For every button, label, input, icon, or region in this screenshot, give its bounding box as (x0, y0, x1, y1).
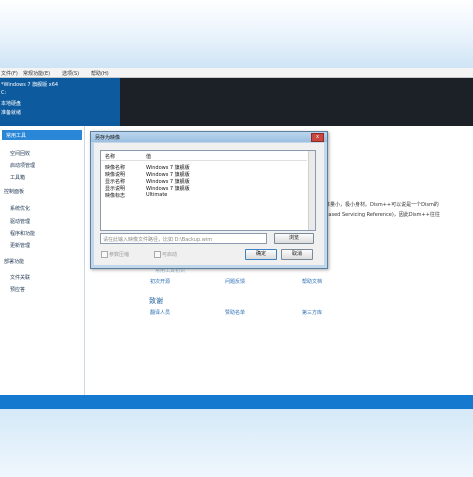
sidebar-item-driver-manager[interactable]: 驱动管理 (10, 218, 30, 225)
row-name[interactable]: 映像标志 (105, 192, 125, 199)
list-scrollbar[interactable] (308, 151, 315, 230)
sidebar-header-control-panel: 控制面板 (4, 189, 25, 195)
session-disk: 本地硬盘 (1, 101, 22, 107)
path-placeholder: 请在此输入映像文件路径，比如 D:\Backup.wim (103, 237, 213, 243)
sidebar: 常用工具 空间回收 启动项管理 工具箱 控制面板 系统优化 驱动管理 程序和功能… (0, 126, 85, 395)
sidebar-item-toolbox[interactable]: 工具箱 (10, 174, 25, 181)
header-dark-area (120, 78, 473, 126)
list-header-divider (101, 160, 307, 161)
intro-text-line-2: Based Servicing Reference)，因此Dism++往往 (325, 212, 440, 218)
row-name[interactable]: 显示说明 (105, 185, 125, 192)
link-open-source[interactable]: 初次开源 (150, 278, 170, 285)
cancel-button[interactable]: 取消 (281, 249, 313, 260)
sidebar-item-update-manager[interactable]: 更新管理 (10, 242, 30, 249)
close-icon[interactable]: x (311, 133, 324, 142)
row-value[interactable]: Windows 7 旗舰版 (146, 164, 190, 171)
menu-bar: 文件(F) 常规功能(E) 选项(S) 帮助(H) (0, 68, 473, 78)
sidebar-item-file-association[interactable]: 文件关联 (10, 274, 30, 281)
row-name[interactable]: 映像说明 (105, 171, 125, 178)
menu-help[interactable]: 帮助(H) (91, 70, 109, 77)
sidebar-item-startup-manager[interactable]: 启动项管理 (10, 162, 35, 169)
row-value[interactable]: Windows 7 旗舰版 (146, 178, 190, 185)
image-info-list[interactable]: 名称 值 映像名称 Windows 7 旗舰版 映像说明 Windows 7 旗… (100, 150, 316, 231)
row-name[interactable]: 映像名称 (105, 164, 125, 171)
column-header-value[interactable]: 值 (146, 153, 151, 160)
section-thanks-title: 致谢 (149, 297, 163, 305)
session-status: 准备就绪 (1, 110, 22, 116)
compress-checkbox[interactable] (101, 251, 108, 258)
save-image-dialog: 另存为映像 x 名称 值 映像名称 Windows 7 旗舰版 映像说明 Win… (90, 131, 328, 269)
link-sponsors[interactable]: 赞助名单 (225, 309, 245, 316)
menu-file[interactable]: 文件(F) (1, 70, 18, 77)
column-header-name[interactable]: 名称 (105, 153, 115, 160)
menu-common-functions[interactable]: 常规功能(E) (23, 70, 50, 77)
link-translators[interactable]: 翻译人员 (150, 309, 170, 316)
row-name[interactable]: 显示名称 (105, 178, 125, 185)
row-value[interactable]: Windows 7 旗舰版 (146, 171, 190, 178)
sidebar-item-space-recovery[interactable]: 空间回收 (10, 150, 30, 157)
blurred-bottom-background (0, 409, 473, 477)
row-value[interactable]: Ultimate (146, 192, 167, 198)
dialog-title-bar[interactable]: 另存为映像 (91, 132, 327, 142)
sidebar-item-system-optimize[interactable]: 系统优化 (10, 205, 30, 212)
sidebar-selected-label: 常用工具 (6, 133, 27, 139)
session-title: *Windows 7 旗舰版 x64 (1, 82, 59, 88)
link-feedback[interactable]: 问题反馈 (225, 278, 245, 285)
bottom-status-bar (0, 395, 473, 409)
compress-label: 参数压缩 (109, 252, 130, 258)
sidebar-item-programs[interactable]: 程序和功能 (10, 230, 35, 237)
ok-button[interactable]: 确定 (245, 249, 277, 260)
dialog-body: 名称 值 映像名称 Windows 7 旗舰版 映像说明 Windows 7 旗… (94, 143, 324, 265)
image-path-input[interactable]: 请在此输入映像文件路径，比如 D:\Backup.wim (100, 233, 267, 244)
sidebar-header-deploy: 部署功能 (4, 259, 25, 265)
session-drive: C: (1, 90, 7, 96)
dialog-title: 另存为映像 (95, 135, 121, 141)
sidebar-item-pre-answer[interactable]: 预应答 (10, 286, 25, 293)
row-value[interactable]: Windows 7 旗舰版 (146, 185, 190, 192)
bootable-checkbox[interactable] (154, 251, 161, 258)
menu-options[interactable]: 选项(S) (62, 70, 79, 77)
bootable-label: 可启动 (162, 252, 178, 258)
intro-text-line-1: 体量小，极小身材。Dism++可以说是一个Dism的 (325, 202, 439, 208)
link-help-docs[interactable]: 帮助文档 (302, 278, 322, 285)
sidebar-item-common-tools[interactable]: 常用工具 (2, 130, 82, 140)
browse-button[interactable]: 浏览 (274, 233, 314, 244)
link-third-party[interactable]: 第三方库 (302, 309, 322, 316)
blurred-top-background (0, 0, 473, 68)
session-header[interactable]: *Windows 7 旗舰版 x64 C: 本地硬盘 准备就绪 (0, 78, 120, 126)
